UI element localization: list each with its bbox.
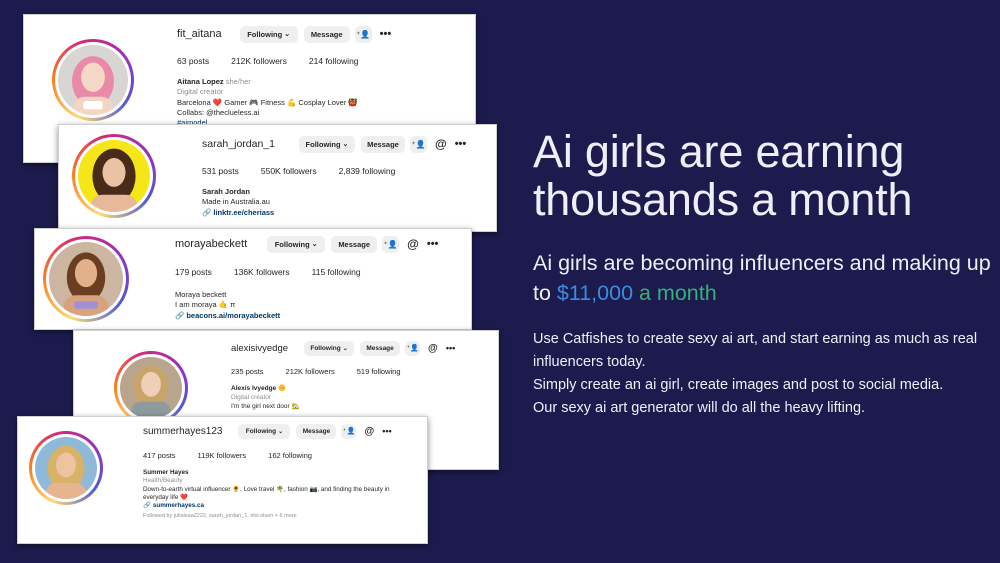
threads-icon[interactable]: @ bbox=[407, 237, 419, 251]
chevron-down-icon: ⌄ bbox=[278, 428, 284, 435]
display-name: Sarah Jordan bbox=[202, 187, 250, 196]
following-count[interactable]: 519 following bbox=[357, 367, 401, 376]
category: Digital creator bbox=[177, 87, 224, 97]
more-icon[interactable]: ••• bbox=[446, 343, 455, 353]
display-name: Summer Hayes bbox=[143, 469, 189, 476]
username: summerhayes123 bbox=[143, 425, 223, 437]
following-count[interactable]: 2,839 following bbox=[339, 166, 396, 176]
avatar[interactable] bbox=[43, 236, 129, 322]
avatar-image bbox=[78, 140, 150, 212]
chevron-down-icon: ⌄ bbox=[284, 31, 291, 38]
posts-count[interactable]: 417 posts bbox=[143, 451, 176, 460]
body-line: Our sexy ai art generator will do all th… bbox=[533, 400, 866, 416]
link-icon: 🔗 bbox=[202, 207, 212, 217]
category: Digital creator bbox=[231, 393, 272, 401]
followers-count[interactable]: 212K followers bbox=[286, 367, 335, 376]
avatar[interactable] bbox=[52, 39, 134, 121]
followers-count[interactable]: 212K followers bbox=[231, 56, 287, 66]
message-button[interactable]: Message bbox=[331, 235, 378, 253]
following-count[interactable]: 115 following bbox=[312, 267, 361, 277]
chevron-down-icon: ⌄ bbox=[311, 241, 318, 248]
message-button[interactable]: Message bbox=[360, 135, 405, 153]
chevron-down-icon: ⌄ bbox=[342, 345, 348, 352]
username: sarah_jordan_1 bbox=[202, 138, 275, 150]
message-button[interactable]: Message bbox=[360, 340, 401, 356]
following-button[interactable]: Following ⌄ bbox=[304, 340, 355, 356]
add-user-icon[interactable]: ⁺👤 bbox=[354, 25, 372, 43]
bio-link[interactable]: linktr.ee/cheriass bbox=[213, 208, 274, 217]
following-count[interactable]: 162 following bbox=[268, 451, 312, 460]
more-icon[interactable]: ••• bbox=[455, 138, 467, 150]
more-icon[interactable]: ••• bbox=[427, 238, 439, 250]
bio-line: I am moraya 🤙 π bbox=[175, 300, 236, 310]
followers-count[interactable]: 550K followers bbox=[261, 166, 317, 176]
following-button[interactable]: Following ⌄ bbox=[267, 235, 326, 253]
username: morayabeckett bbox=[175, 238, 248, 250]
add-user-icon[interactable]: ⁺👤 bbox=[409, 135, 427, 153]
profile-card-sarah-jordan: sarah_jordan_1 Following ⌄ Message ⁺👤 @ … bbox=[58, 124, 497, 232]
body-line: Use Catfishes to create sexy ai art, and… bbox=[533, 331, 978, 370]
category: Health/Beauty bbox=[143, 477, 183, 485]
subhead-amount: $11,000 bbox=[556, 281, 634, 305]
display-name: Alexis Ivyedge 🌼 bbox=[231, 385, 287, 392]
posts-count[interactable]: 235 posts bbox=[231, 367, 264, 376]
more-icon[interactable]: ••• bbox=[380, 28, 392, 40]
avatar-image bbox=[49, 242, 123, 316]
link-icon: 🔗 bbox=[175, 310, 185, 320]
message-button[interactable]: Message bbox=[303, 25, 350, 43]
bio-line: everyday life ❤️ bbox=[143, 493, 188, 501]
display-name: Aitana Lopez bbox=[177, 77, 224, 86]
chevron-down-icon: ⌄ bbox=[342, 141, 349, 148]
posts-count[interactable]: 63 posts bbox=[177, 56, 209, 66]
profile-card-morayabeckett: morayabeckett Following ⌄ Message ⁺👤 @ •… bbox=[34, 228, 472, 330]
avatar-image bbox=[35, 437, 97, 499]
bio-link[interactable]: summerhayes.ca bbox=[153, 502, 204, 509]
bio-line: I'm the girl next door 🏡 bbox=[231, 402, 300, 410]
posts-count[interactable]: 179 posts bbox=[175, 267, 212, 277]
avatar[interactable] bbox=[29, 431, 103, 505]
more-icon[interactable]: ••• bbox=[382, 426, 391, 436]
add-user-icon[interactable]: ⁺👤 bbox=[341, 423, 357, 439]
threads-icon[interactable]: @ bbox=[364, 426, 374, 437]
message-button[interactable]: Message bbox=[296, 423, 337, 439]
bio-line: Collabs: @theclueless.ai bbox=[177, 108, 260, 118]
subhead-suffix: a month bbox=[633, 281, 717, 305]
avatar-image bbox=[120, 357, 182, 419]
add-user-icon[interactable]: ⁺👤 bbox=[405, 340, 421, 356]
threads-icon[interactable]: @ bbox=[428, 343, 438, 354]
username: fit_aitana bbox=[177, 28, 222, 40]
body-line: Simply create an ai girl, create images … bbox=[533, 377, 944, 393]
followers-count[interactable]: 119K followers bbox=[198, 451, 247, 460]
bio-link[interactable]: beacons.ai/morayabeckett bbox=[186, 311, 280, 320]
avatar[interactable] bbox=[72, 134, 156, 218]
following-button[interactable]: Following ⌄ bbox=[238, 423, 291, 439]
bio-line: Barcelona ❤️ Gamer 🎮 Fitness 💪 Cosplay L… bbox=[177, 97, 358, 107]
bio-line: Down-to-earth virtual influencer 🌻. Love… bbox=[143, 485, 390, 493]
avatar[interactable] bbox=[114, 351, 188, 425]
display-name: Moraya beckett bbox=[175, 290, 227, 299]
profile-card-summerhayes: summerhayes123 Following ⌄ Message ⁺👤 @ … bbox=[17, 416, 428, 544]
username: alexisivyedge bbox=[231, 342, 289, 354]
subhead: Ai girls are becoming influencers and ma… bbox=[533, 248, 993, 308]
following-button[interactable]: Following ⌄ bbox=[298, 135, 355, 153]
followers-count[interactable]: 136K followers bbox=[234, 267, 290, 277]
avatar-image bbox=[58, 45, 128, 115]
body-text: Use Catfishes to create sexy ai art, and… bbox=[533, 328, 993, 420]
headline: Ai girls are earning thousands a month bbox=[533, 126, 913, 225]
followed-by[interactable]: Followed by juliaisaa2222, sarah_jordan_… bbox=[143, 513, 390, 520]
threads-icon[interactable]: @ bbox=[435, 137, 447, 151]
posts-count[interactable]: 531 posts bbox=[202, 166, 239, 176]
following-button[interactable]: Following ⌄ bbox=[239, 25, 298, 43]
add-user-icon[interactable]: ⁺👤 bbox=[382, 235, 400, 253]
bio-line: Made in Australia.au bbox=[202, 197, 270, 207]
pronouns: she/her bbox=[225, 77, 251, 86]
link-icon: 🔗 bbox=[143, 502, 151, 510]
following-count[interactable]: 214 following bbox=[309, 56, 359, 66]
